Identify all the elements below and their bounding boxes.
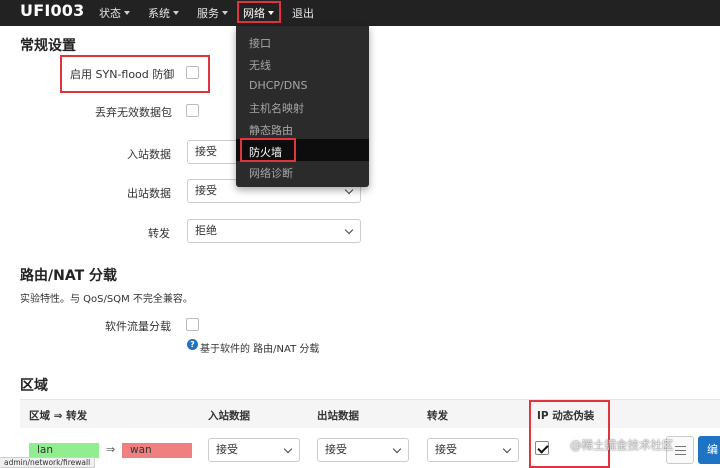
masquerade-checkbox[interactable] [535,441,549,455]
th-forward: 转发 [427,410,448,422]
forward-policy-label: 转发 [148,227,170,240]
menu-item-static-routes[interactable]: 静态路由 [249,122,293,138]
highlight-firewall-item [240,138,296,162]
th-output: 出站数据 [317,410,359,422]
nav-services[interactable]: 服务 [197,5,228,21]
section-general-title: 常规设置 [20,38,76,54]
zone-lan-badge: lan [29,443,99,458]
forward-policy-select[interactable]: 拒绝 [187,219,361,243]
th-input: 入站数据 [208,410,250,422]
forward-policy-value: 拒绝 [195,224,217,237]
input-policy-value: 接受 [195,145,217,158]
offload-note: 实验特性。与 QoS/SQM 不完全兼容。 [20,294,193,305]
chevron-down-icon [173,11,179,15]
menu-item-diagnostics[interactable]: 网络诊断 [249,165,293,181]
zone-wan-badge: wan [122,443,192,458]
zone-forward-select[interactable]: 接受 [427,438,519,462]
zone-output-select[interactable]: 接受 [317,438,409,462]
chevron-down-icon [124,11,130,15]
chevron-down-icon [392,444,402,454]
menu-item-dhcp-dns[interactable]: DHCP/DNS [249,79,307,92]
sw-offload-help: 基于软件的 路由/NAT 分载 [200,344,320,355]
chevron-down-icon [283,444,293,454]
top-navbar: UFI003 状态 系统 服务 网络 退出 [0,0,720,26]
brand-logo[interactable]: UFI003 [20,1,84,20]
chevron-down-icon [222,11,228,15]
highlight-network-nav [237,1,281,23]
chevron-down-icon [502,444,512,454]
nav-status-label: 状态 [99,7,121,20]
nav-system[interactable]: 系统 [148,5,179,21]
zone-arrow: ⇒ [106,443,116,456]
nav-system-label: 系统 [148,7,170,20]
sw-offload-checkbox[interactable] [186,318,199,331]
drop-invalid-label: 丢弃无效数据包 [95,106,172,119]
output-policy-value: 接受 [195,184,217,197]
section-offload-title: 路由/NAT 分载 [20,268,118,284]
zone-forward-value: 接受 [435,443,457,456]
status-url-bar: admin/network/firewall [0,457,96,468]
zones-table-header: 区域 ⇒ 转发 入站数据 出站数据 转发 IP 动态伪装 [20,399,720,428]
menu-item-wireless[interactable]: 无线 [249,57,271,73]
zone-input-select[interactable]: 接受 [208,438,300,462]
nav-services-label: 服务 [197,7,219,20]
chevron-down-icon [344,225,354,235]
syn-flood-checkbox[interactable] [186,66,199,79]
nav-logout[interactable]: 退出 [292,5,314,21]
input-policy-label: 入站数据 [127,148,171,161]
syn-flood-label: 启用 SYN-flood 防御 [70,68,175,81]
nav-status[interactable]: 状态 [99,5,130,21]
menu-item-interfaces[interactable]: 接口 [249,35,271,51]
drop-invalid-checkbox[interactable] [186,104,199,117]
edit-button[interactable]: 编 [698,436,720,464]
zone-input-value: 接受 [216,443,238,456]
help-icon: ? [187,339,198,350]
menu-item-hostnames[interactable]: 主机名映射 [249,100,304,116]
output-policy-label: 出站数据 [127,187,171,200]
sw-offload-label: 软件流量分载 [105,320,171,333]
network-dropdown-menu: 接口 无线 DHCP/DNS 主机名映射 静态路由 防火墙 网络诊断 [236,26,369,187]
th-zone-forward: 区域 ⇒ 转发 [29,410,88,422]
highlight-masquerade [529,400,610,468]
section-zones-title: 区域 [20,378,48,394]
watermark: @稀土掘金技术社区 [570,438,674,452]
chevron-down-icon [344,185,354,195]
zone-output-value: 接受 [325,443,347,456]
